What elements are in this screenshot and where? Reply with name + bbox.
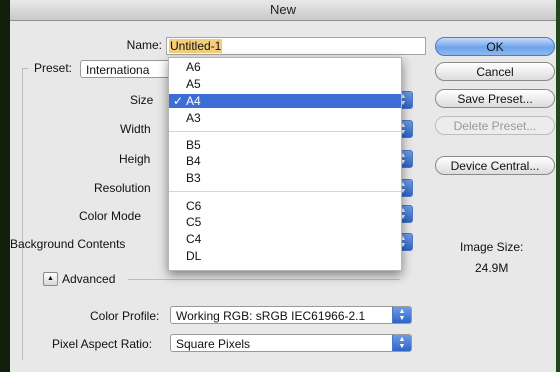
cancel-button[interactable]: Cancel <box>435 62 555 81</box>
background-contents-label: Background Contents <box>10 237 126 251</box>
advanced-disclosure-button[interactable]: ▲ <box>43 272 58 286</box>
menu-separator <box>169 191 401 192</box>
save-preset-button[interactable]: Save Preset... <box>435 89 555 108</box>
desktop-background-right <box>556 0 560 372</box>
menu-separator <box>169 131 401 132</box>
image-size-value: 24.9M <box>475 261 509 275</box>
advanced-divider <box>128 279 400 280</box>
image-size-label: Image Size: <box>460 240 524 254</box>
size-label: Size <box>130 93 154 107</box>
menu-item-c5[interactable]: C5 <box>169 215 401 229</box>
pixel-aspect-ratio-value: Square Pixels <box>176 337 251 351</box>
name-field[interactable]: Untitled-1 <box>166 37 426 55</box>
name-value: Untitled-1 <box>169 39 223 53</box>
menu-item-a4[interactable]: ✓ A4 <box>169 94 401 108</box>
menu-item-b5[interactable]: B5 <box>169 138 401 152</box>
size-dropdown-menu: A6 A5 ✓ A4 A3 B5 B4 B3 C6 C5 C4 DL <box>168 57 402 271</box>
menu-item-a5[interactable]: A5 <box>169 77 401 91</box>
color-profile-value: Working RGB: sRGB IEC61966-2.1 <box>176 309 366 323</box>
menu-item-a6[interactable]: A6 <box>169 60 401 74</box>
menu-item-c4[interactable]: C4 <box>169 232 401 246</box>
preset-label: Preset: <box>34 61 73 75</box>
menu-item-c6[interactable]: C6 <box>169 199 401 213</box>
color-profile-label: Color Profile: <box>90 309 160 323</box>
height-label: Heigh <box>119 152 151 166</box>
name-label: Name: <box>126 38 162 52</box>
dialog-title: New <box>10 0 556 21</box>
width-label: Width <box>120 122 151 136</box>
menu-item-dl[interactable]: DL <box>169 249 401 263</box>
delete-preset-button[interactable]: Delete Preset... <box>435 116 555 135</box>
color-profile-select[interactable]: Working RGB: sRGB IEC61966-2.1 ▲ ▼ <box>170 306 412 324</box>
color-profile-stepper-icon: ▲ ▼ <box>392 307 411 323</box>
menu-item-b3[interactable]: B3 <box>169 171 401 185</box>
device-central-button[interactable]: Device Central... <box>435 156 555 175</box>
checkmark-icon: ✓ <box>173 94 184 108</box>
preset-group-border-left <box>22 68 23 360</box>
advanced-label: Advanced <box>62 272 116 286</box>
ok-button[interactable]: OK <box>435 37 555 56</box>
menu-item-b4[interactable]: B4 <box>169 154 401 168</box>
pixel-aspect-ratio-select[interactable]: Square Pixels ▲ ▼ <box>170 334 412 352</box>
pixel-aspect-stepper-icon: ▲ ▼ <box>392 335 411 351</box>
resolution-label: Resolution <box>94 181 151 195</box>
menu-item-a3[interactable]: A3 <box>169 111 401 125</box>
color-mode-label: Color Mode <box>79 209 142 223</box>
pixel-aspect-ratio-label: Pixel Aspect Ratio: <box>52 337 153 351</box>
new-document-dialog: New Name: Untitled-1 Preset: Internation… <box>10 0 556 372</box>
desktop-background-left <box>0 0 10 372</box>
preset-select[interactable]: Internationa <box>80 60 180 78</box>
